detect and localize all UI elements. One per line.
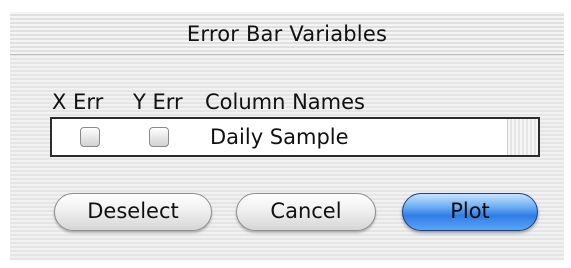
deselect-button[interactable]: Deselect (54, 193, 212, 231)
error-bar-variables-dialog: Error Bar Variables X Err Y Err Column N… (10, 12, 564, 260)
column-names-header: Column Names (205, 90, 365, 114)
cancel-button[interactable]: Cancel (236, 193, 376, 231)
column-name-daily-sample[interactable]: Daily Sample (210, 125, 349, 149)
x-err-checkbox[interactable] (80, 127, 100, 147)
columns-list[interactable]: Daily Sample (50, 117, 540, 157)
y-err-checkbox[interactable] (149, 127, 169, 147)
y-err-column-header: Y Err (133, 90, 183, 114)
list-scrollbar[interactable] (507, 119, 538, 155)
dialog-title: Error Bar Variables (186, 22, 388, 46)
title-bar[interactable]: Error Bar Variables (10, 12, 564, 55)
plot-button[interactable]: Plot (402, 193, 538, 231)
x-err-column-header: X Err (52, 90, 104, 114)
